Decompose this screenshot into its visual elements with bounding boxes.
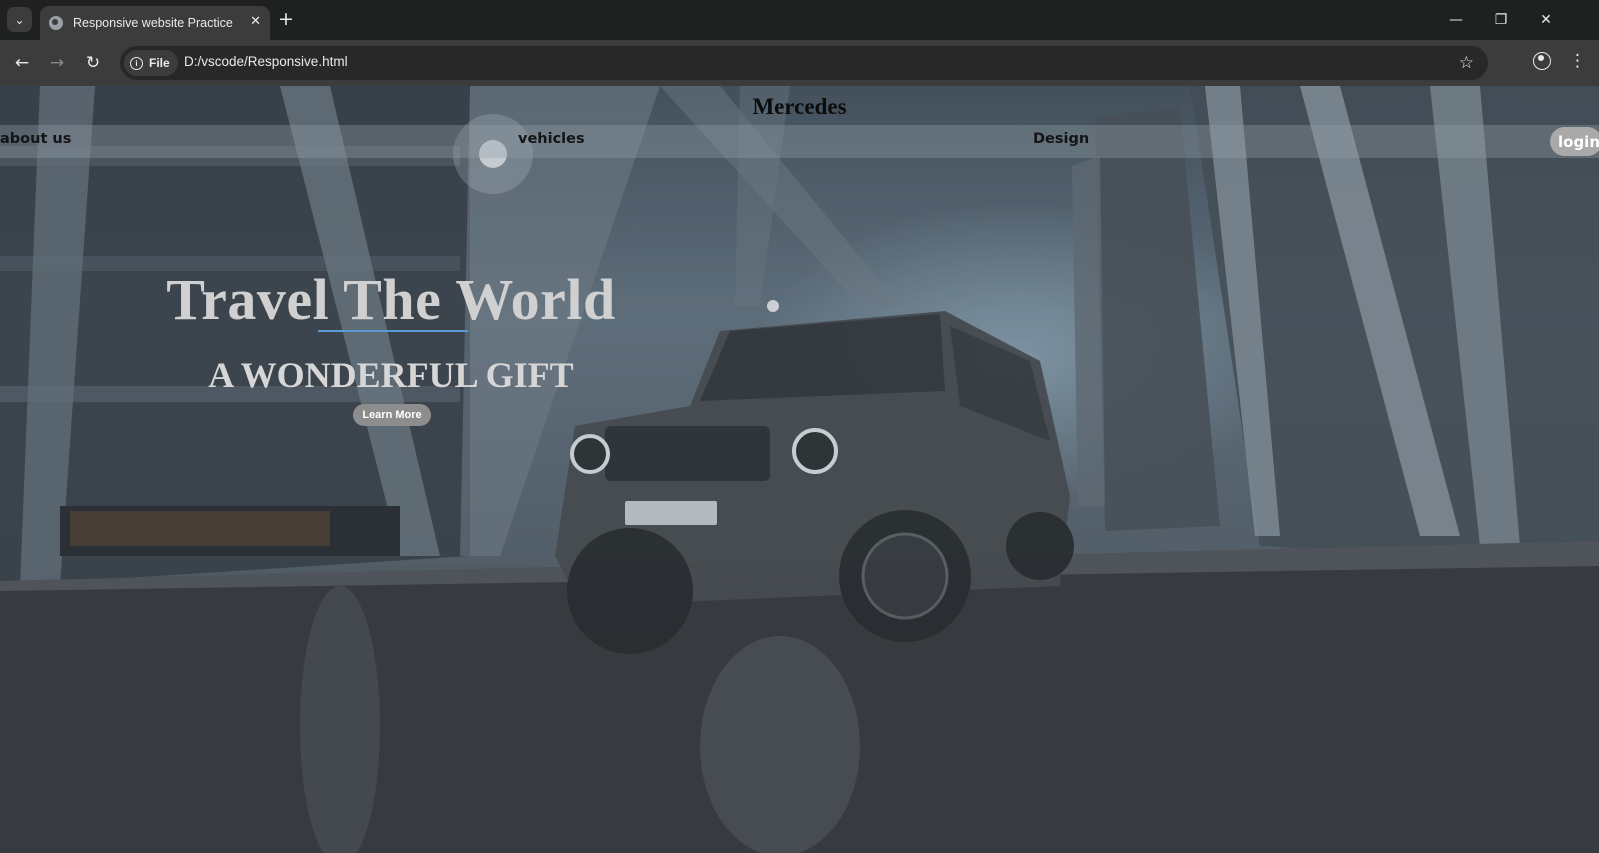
page-viewport: Mercedes about us vehicles Design login …	[0, 86, 1599, 853]
brand-title: Mercedes	[752, 94, 847, 119]
arrow-left-icon[interactable]: ←	[10, 51, 34, 75]
nav-about-us[interactable]: about us	[0, 131, 71, 147]
plus-icon[interactable]: +	[278, 8, 294, 30]
browser-tab-bar: ⌄ Responsive website Practice ✕ + — ❐ ✕	[0, 0, 1599, 40]
kebab-menu-icon[interactable]: ⋮	[1569, 50, 1586, 72]
login-button[interactable]: login	[1550, 127, 1599, 156]
learn-more-button[interactable]: Learn More	[353, 404, 431, 426]
scheme-label: File	[149, 56, 170, 70]
globe-icon	[49, 16, 63, 30]
profile-icon[interactable]	[1533, 52, 1551, 70]
close-tab-icon[interactable]: ✕	[250, 14, 261, 29]
minimize-icon[interactable]: —	[1433, 6, 1479, 34]
hero-divider	[318, 330, 468, 332]
site-info-chip[interactable]: i File	[124, 50, 178, 76]
background-photo	[0, 86, 1599, 853]
restore-icon[interactable]: ❐	[1478, 6, 1524, 34]
nav-design[interactable]: Design	[1033, 131, 1089, 147]
hero-title: Travel The World	[166, 267, 616, 332]
browser-toolbar: ← → ↻ i File D:/vscode/Responsive.html ☆…	[0, 40, 1599, 86]
hero-subtitle: A WONDERFUL GIFT	[208, 355, 574, 395]
close-window-icon[interactable]: ✕	[1523, 6, 1569, 34]
reload-icon[interactable]: ↻	[81, 51, 105, 75]
nav-vehicles[interactable]: vehicles	[518, 131, 585, 147]
address-bar[interactable]: i File D:/vscode/Responsive.html ☆	[120, 46, 1488, 80]
site-navbar: about us vehicles Design login	[0, 125, 1599, 158]
url-text[interactable]: D:/vscode/Responsive.html	[184, 54, 348, 69]
arrow-right-icon[interactable]: →	[45, 51, 69, 75]
chevron-down-icon[interactable]: ⌄	[7, 7, 32, 32]
browser-tab[interactable]: Responsive website Practice ✕	[40, 6, 270, 40]
star-icon[interactable]: ☆	[1459, 53, 1474, 73]
tab-title: Responsive website Practice	[73, 16, 233, 30]
info-icon: i	[130, 56, 143, 70]
